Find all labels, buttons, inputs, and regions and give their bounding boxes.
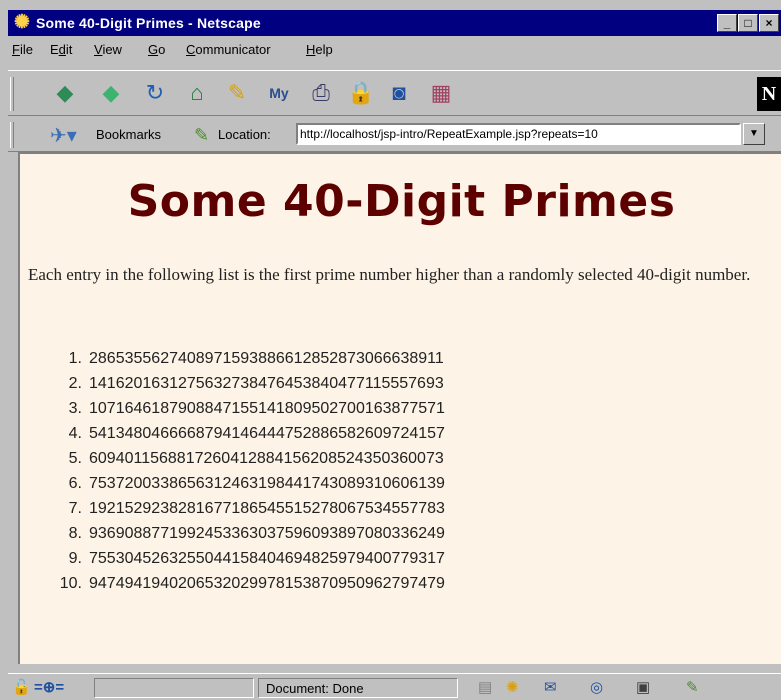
location-label: Location:: [218, 127, 271, 142]
list-item: 2. 14162016312756327384764538404771155576…: [50, 371, 445, 396]
list-item: 5. 60940115688172604128841562085243503600…: [50, 446, 445, 471]
divider-grip: ▤: [478, 679, 493, 696]
location-toolbar-grip[interactable]: [10, 122, 14, 148]
prime-value: 1071646187908847155141809502700163877571: [89, 400, 445, 417]
list-number: 4.: [68, 425, 82, 442]
list-item: 9. 75530452632550441584046948259794007793…: [50, 546, 445, 571]
status-bar: 🔓 =⊕= Document: Done ▤ ✺ ✉ ◎ ▣ ✎: [8, 673, 781, 700]
url-dropdown-button[interactable]: ▼: [743, 123, 765, 145]
list-number: 3.: [68, 400, 82, 417]
prime-value: 1416201631275632738476453840477115557693: [89, 375, 444, 392]
page-heading: Some 40-Digit Primes: [127, 176, 676, 227]
prime-value: 7537200338656312463198441743089310606139: [89, 475, 445, 492]
prime-value: 7553045263255044158404694825979400779317: [89, 550, 445, 567]
list-item: 6. 75372003386563124631984417430893106061…: [50, 471, 445, 496]
list-number: 2.: [68, 375, 82, 392]
navigation-toolbar: ◆ ◆ ↻ ⌂ ✎ My ⎙ 🔒 ◙ ▦ N: [8, 70, 781, 116]
home-icon[interactable]: ⌂: [182, 79, 212, 107]
shop-icon[interactable]: ◙: [384, 79, 414, 107]
reload-icon[interactable]: ↻: [140, 79, 170, 107]
list-number: 8.: [68, 525, 82, 542]
bookmarks-button[interactable]: Bookmarks: [96, 127, 161, 142]
list-number: 1.: [68, 350, 82, 367]
forward-icon[interactable]: ◆: [96, 79, 126, 107]
menu-file[interactable]: File: [12, 42, 33, 57]
my-netscape-icon[interactable]: My: [264, 79, 294, 107]
list-number: 10.: [59, 575, 82, 592]
netscape-app-icon: ✺: [14, 12, 30, 33]
list-item: 7. 19215292382816771865455152780675345577…: [50, 496, 445, 521]
menu-bar: File Edit View Go Communicator Help: [8, 38, 781, 62]
menu-go[interactable]: Go: [148, 42, 165, 57]
prime-value: 9474941940206532029978153870950962797479: [89, 575, 445, 592]
progress-panel: [94, 678, 254, 698]
connection-icon: =⊕=: [34, 679, 65, 696]
window-title: Some 40-Digit Primes - Netscape: [36, 15, 261, 31]
list-item: 1. 28653556274089715938866128528730666389…: [50, 346, 445, 371]
list-item: 10. 9474941940206532029978153870950962797…: [50, 571, 445, 596]
stop-icon[interactable]: ▦: [426, 79, 456, 107]
back-icon[interactable]: ◆: [50, 79, 80, 107]
prime-value: 6094011568817260412884156208524350360073: [89, 450, 444, 467]
composer-icon[interactable]: ▣: [636, 679, 650, 697]
prime-value: 2865355627408971593886612852873066638911: [89, 350, 444, 367]
menu-communicator[interactable]: Communicator: [186, 42, 271, 57]
prime-value: 1921529238281677186545515278067534557783: [89, 500, 445, 517]
search-icon[interactable]: ✎: [222, 79, 252, 107]
window-controls: _ □ ×: [717, 14, 779, 32]
page-content: Some 40-Digit Primes Each entry in the f…: [18, 152, 781, 664]
mail-icon[interactable]: ✉: [544, 679, 557, 697]
edit-icon[interactable]: ✎: [686, 679, 699, 697]
browser-window: ✺ Some 40-Digit Primes - Netscape _ □ × …: [0, 0, 781, 700]
prime-value: 5413480466668794146444752886582609724157: [89, 425, 445, 442]
prime-value: 9369088771992453363037596093897080336249: [89, 525, 445, 542]
security-lock-icon[interactable]: 🔓: [12, 679, 31, 697]
minimize-button[interactable]: _: [717, 14, 737, 32]
bookmarks-icon[interactable]: ✈▾: [50, 126, 84, 146]
list-item: 8. 93690887719924533630375960938970803362…: [50, 521, 445, 546]
title-bar: ✺ Some 40-Digit Primes - Netscape _ □ ×: [8, 10, 781, 36]
location-icon[interactable]: ✎: [194, 124, 216, 146]
status-text: Document: Done: [266, 681, 364, 696]
list-number: 7.: [68, 500, 82, 517]
security-icon[interactable]: 🔒: [346, 79, 376, 107]
menu-view[interactable]: View: [94, 42, 122, 57]
maximize-button[interactable]: □: [738, 14, 758, 32]
intro-paragraph: Each entry in the following list is the …: [28, 265, 751, 284]
prime-list: 1. 28653556274089715938866128528730666389…: [50, 346, 445, 596]
print-icon[interactable]: ⎙: [306, 79, 336, 107]
close-button[interactable]: ×: [759, 14, 779, 32]
newsgroups-icon[interactable]: ◎: [590, 679, 603, 697]
menu-help[interactable]: Help: [306, 42, 333, 57]
list-number: 6.: [68, 475, 82, 492]
list-item: 3. 10716461879088471551418095027001638775…: [50, 396, 445, 421]
menu-edit[interactable]: Edit: [50, 42, 72, 57]
navigator-icon[interactable]: ✺: [506, 679, 519, 697]
location-toolbar: ✈▾ Bookmarks ✎ Location: http://localhos…: [8, 118, 781, 152]
netscape-logo[interactable]: N: [757, 77, 781, 111]
url-input[interactable]: http://localhost/jsp-intro/RepeatExample…: [296, 123, 741, 145]
toolbar-grip[interactable]: [10, 77, 14, 111]
list-number: 9.: [68, 550, 82, 567]
list-number: 5.: [68, 450, 82, 467]
list-item: 4. 54134804666687941464447528865826097241…: [50, 421, 445, 446]
